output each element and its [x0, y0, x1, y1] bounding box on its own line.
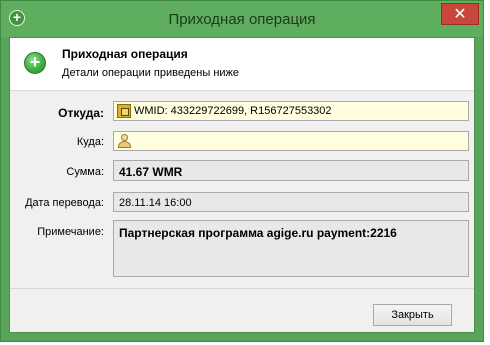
- person-icon: [117, 134, 131, 148]
- header-subtitle: Детали операции приведены ниже: [62, 67, 240, 79]
- title-bar[interactable]: + Приходная операция ✕: [1, 1, 483, 37]
- date-label: Дата перевода:: [25, 197, 104, 209]
- window-close-button[interactable]: ✕: [441, 3, 479, 25]
- note-value: Партнерская программа agige.ru payment:2…: [119, 226, 397, 240]
- dialog-content: + Приходная операция Детали операции при…: [9, 37, 475, 333]
- dialog-footer: Закрыть: [10, 288, 474, 332]
- window-title: Приходная операция: [168, 11, 316, 28]
- plus-circle-icon: +: [24, 52, 46, 74]
- note-field[interactable]: Партнерская программа agige.ru payment:2…: [113, 220, 469, 277]
- amount-label: Сумма:: [66, 166, 104, 178]
- wallet-icon: [117, 104, 131, 118]
- dialog-window: + Приходная операция ✕ + Приходная опера…: [0, 0, 484, 342]
- from-field[interactable]: WMID: 433229722699, R156727553302: [113, 101, 469, 121]
- amount-value: 41.67 WMR: [119, 165, 183, 179]
- date-field[interactable]: 28.11.14 16:00: [113, 192, 469, 212]
- to-label: Куда:: [76, 136, 104, 148]
- to-field[interactable]: [113, 131, 469, 151]
- from-label: Откуда:: [58, 106, 104, 120]
- dialog-header: + Приходная операция Детали операции при…: [10, 38, 474, 91]
- from-value: WMID: 433229722699, R156727553302: [134, 105, 332, 117]
- close-button[interactable]: Закрыть: [373, 304, 452, 326]
- amount-field[interactable]: 41.67 WMR: [113, 160, 469, 181]
- header-title: Приходная операция: [62, 47, 188, 61]
- date-value: 28.11.14 16:00: [119, 197, 192, 209]
- note-label: Примечание:: [37, 226, 104, 238]
